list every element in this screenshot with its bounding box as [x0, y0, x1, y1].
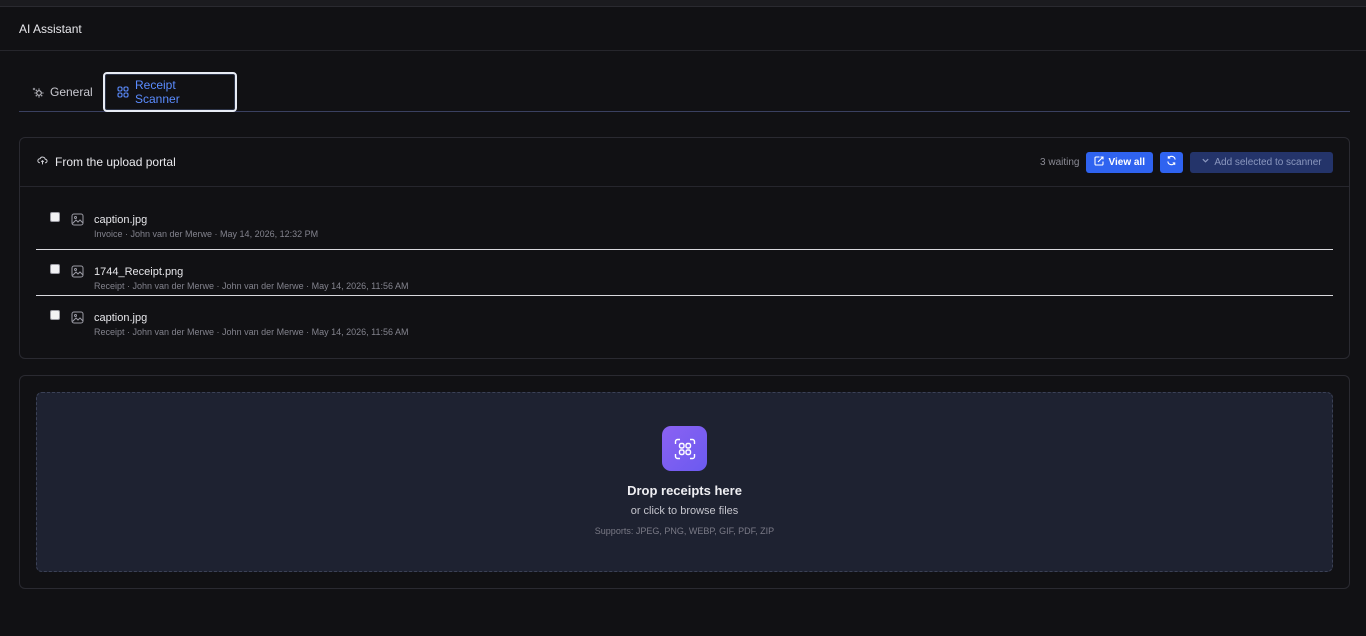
scan-icon: [117, 86, 129, 98]
item-checkbox[interactable]: [50, 212, 60, 222]
view-all-label: View all: [1108, 156, 1145, 168]
dropzone-supported-formats: Supports: JPEG, PNG, WEBP, GIF, PDF, ZIP: [594, 526, 775, 536]
upload-list: caption.jpg Invoice · John van der Merwe…: [20, 187, 1349, 341]
item-filename: caption.jpg: [94, 312, 148, 324]
upload-portal-card: From the upload portal 3 waiting View al…: [19, 137, 1350, 359]
dropzone-card: Drop receipts here or click to browse fi…: [19, 375, 1350, 589]
refresh-button[interactable]: [1160, 151, 1183, 173]
item-checkbox[interactable]: [50, 310, 60, 320]
tab-receipt-scanner[interactable]: Receipt Scanner: [103, 72, 237, 112]
tab-general-label: General: [50, 85, 93, 99]
refresh-icon: [1166, 155, 1177, 169]
item-meta: Receipt · John van der Merwe · John van …: [94, 327, 409, 337]
app-title: AI Assistant: [19, 21, 82, 36]
item-filename: caption.jpg: [94, 214, 148, 226]
scan-icon: [662, 426, 707, 471]
sparkle-gear-icon: [32, 86, 44, 98]
chevron-down-icon: [1201, 156, 1210, 168]
image-file-icon: [71, 311, 84, 324]
tab-general[interactable]: General: [19, 72, 103, 112]
open-external-icon: [1094, 155, 1105, 169]
item-checkbox[interactable]: [50, 264, 60, 274]
add-selected-to-scanner-button[interactable]: Add selected to scanner: [1190, 151, 1333, 173]
window-top-strip: [0, 0, 1366, 7]
add-selected-label: Add selected to scanner: [1214, 156, 1322, 168]
image-file-icon: [71, 213, 84, 226]
image-file-icon: [71, 265, 84, 278]
item-meta: Invoice · John van der Merwe · May 14, 2…: [94, 229, 319, 239]
upload-portal-header: From the upload portal 3 waiting View al…: [20, 138, 1349, 187]
list-item[interactable]: 1744_Receipt.png Receipt · John van der …: [36, 249, 1333, 295]
list-item[interactable]: caption.jpg Receipt · John van der Merwe…: [36, 295, 1333, 341]
dropzone-title: Drop receipts here: [627, 483, 742, 498]
dropzone-subtitle: or click to browse files: [630, 505, 739, 517]
upload-portal-title: From the upload portal: [55, 155, 176, 169]
item-meta: Receipt · John van der Merwe · John van …: [94, 281, 409, 291]
view-all-button[interactable]: View all: [1086, 151, 1153, 173]
list-item[interactable]: caption.jpg Invoice · John van der Merwe…: [36, 187, 1333, 249]
receipt-dropzone[interactable]: Drop receipts here or click to browse fi…: [36, 392, 1333, 572]
tab-receipt-scanner-label: Receipt Scanner: [135, 78, 180, 106]
item-filename: 1744_Receipt.png: [94, 266, 184, 278]
waiting-count: 3 waiting: [1040, 156, 1080, 168]
app-header: AI Assistant: [0, 7, 1366, 51]
tab-bar: General Receipt Scanner: [19, 72, 1350, 112]
cloud-upload-icon: [37, 155, 48, 169]
